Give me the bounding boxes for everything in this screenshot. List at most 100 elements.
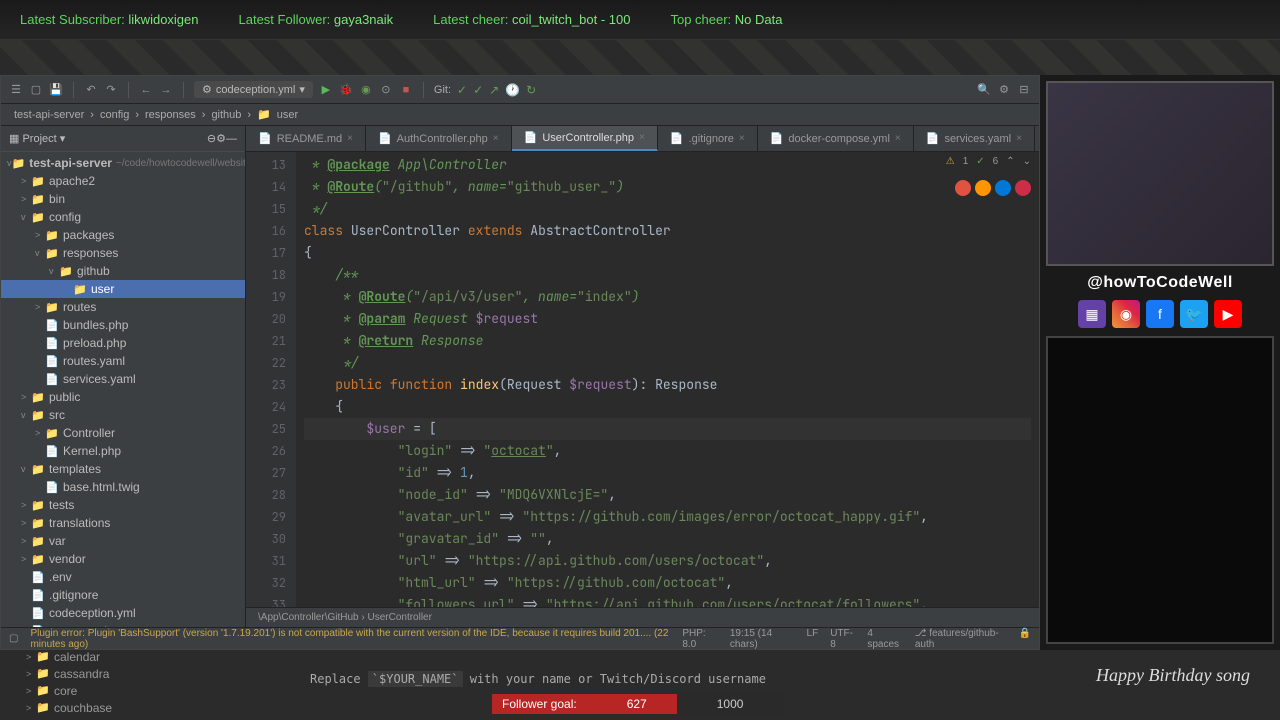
tree-item[interactable]: >📁var bbox=[1, 532, 245, 550]
debug-icon[interactable]: 🐞 bbox=[339, 83, 353, 97]
instagram-icon[interactable]: ◉ bbox=[1112, 300, 1140, 328]
tree-item[interactable]: 📄codeception.yml bbox=[1, 604, 245, 622]
firefox-icon bbox=[975, 180, 991, 196]
collapse-icon[interactable]: ⊖ bbox=[207, 132, 216, 145]
status-php[interactable]: PHP: 8.0 bbox=[682, 628, 718, 650]
editor-tab[interactable]: 📄UserController.php× bbox=[512, 126, 658, 151]
coverage-icon[interactable]: ◉ bbox=[359, 83, 373, 97]
instruction-text: Replace `$YOUR_NAME` with your name or T… bbox=[310, 672, 766, 686]
browser-icons[interactable] bbox=[955, 180, 1031, 196]
tree-item[interactable]: v📁templates bbox=[1, 460, 245, 478]
git-revert-icon[interactable]: ↻ bbox=[526, 83, 536, 97]
status-branch[interactable]: ⎇ features/github-auth bbox=[915, 628, 1007, 650]
sidebar-header: ▦ Project ▾ ⊖ ⚙ — bbox=[1, 126, 245, 152]
tree-item[interactable]: >📁bin bbox=[1, 190, 245, 208]
folder-icon[interactable]: 📁 user bbox=[257, 108, 301, 121]
close-tab-icon[interactable]: × bbox=[739, 133, 745, 144]
ide-toolbar: ☰ ▢ 💾 ↶ ↷ ← → ⚙ codeception.yml ▾ ▶ 🐞 ◉ … bbox=[1, 76, 1039, 104]
ide-window: ☰ ▢ 💾 ↶ ↷ ← → ⚙ codeception.yml ▾ ▶ 🐞 ◉ … bbox=[0, 75, 1040, 650]
tree-item[interactable]: v📁config bbox=[1, 208, 245, 226]
tree-item[interactable]: 📄.env bbox=[1, 568, 245, 586]
tree-item[interactable]: >📁translations bbox=[1, 514, 245, 532]
stop-icon[interactable]: ■ bbox=[399, 83, 413, 97]
git-push-icon[interactable]: ↗ bbox=[489, 83, 499, 97]
tree-item[interactable]: 📄services.yaml bbox=[1, 370, 245, 388]
hide-icon[interactable]: — bbox=[226, 133, 237, 145]
twitch-icon[interactable]: ▦ bbox=[1078, 300, 1106, 328]
close-panel-icon[interactable]: ⊟ bbox=[1017, 83, 1031, 97]
code-inspections[interactable]: ⚠1 ✓6 ⌃ ⌄ bbox=[946, 156, 1031, 167]
editor-tab[interactable]: 📄.gitignore× bbox=[658, 126, 758, 151]
menu-icon[interactable]: ☰ bbox=[9, 83, 23, 97]
close-tab-icon[interactable]: × bbox=[895, 133, 901, 144]
tree-item[interactable]: v📁src bbox=[1, 406, 245, 424]
code-breadcrumb[interactable]: \App\Controller\GitHub › UserController bbox=[246, 607, 1039, 627]
now-playing-text: Happy Birthday song bbox=[1096, 665, 1250, 686]
stream-top-bar: Latest Subscriber: likwidoxigen Latest F… bbox=[0, 0, 1280, 40]
status-line-sep[interactable]: LF bbox=[807, 628, 819, 650]
forward-icon[interactable]: → bbox=[159, 83, 173, 97]
tree-item[interactable]: 📄routes.yaml bbox=[1, 352, 245, 370]
tree-item[interactable]: >📁public bbox=[1, 388, 245, 406]
settings-icon[interactable]: ⚙ bbox=[997, 83, 1011, 97]
tree-item[interactable]: v📁github bbox=[1, 262, 245, 280]
lock-icon[interactable]: 🔒 bbox=[1019, 628, 1031, 650]
close-tab-icon[interactable]: × bbox=[639, 132, 645, 143]
editor-tab[interactable]: 📄services.yaml× bbox=[914, 126, 1035, 151]
editor-tab[interactable]: 📄AuthController.php× bbox=[366, 126, 512, 151]
tree-item[interactable]: >📁vendor bbox=[1, 550, 245, 568]
editor-tab[interactable]: 📄README.md× bbox=[246, 126, 366, 151]
git-history-icon[interactable]: 🕐 bbox=[505, 83, 520, 97]
follower-goal-bar: Follower goal: 627 1000 bbox=[492, 694, 783, 714]
tree-item[interactable]: 📄bundles.php bbox=[1, 316, 245, 334]
close-tab-icon[interactable]: × bbox=[493, 133, 499, 144]
status-warning[interactable]: Plugin error: Plugin 'BashSupport' (vers… bbox=[30, 628, 670, 650]
search-icon[interactable]: 🔍 bbox=[977, 83, 991, 97]
editor-tab[interactable]: 📄docker-compose.yml× bbox=[758, 126, 914, 151]
file-tree[interactable]: v📁test-api-server ~/code/howtocodewell/w… bbox=[1, 152, 245, 627]
tree-item[interactable]: >📁tests bbox=[1, 496, 245, 514]
background-strip bbox=[0, 40, 1280, 75]
tool-window-icon[interactable]: ▢ bbox=[9, 633, 18, 644]
settings-icon[interactable]: ⚙ bbox=[216, 132, 226, 145]
tree-item[interactable]: >📁routes bbox=[1, 298, 245, 316]
status-encoding[interactable]: UTF-8 bbox=[830, 628, 855, 650]
run-config-dropdown[interactable]: ⚙ codeception.yml ▾ bbox=[194, 81, 313, 98]
undo-icon[interactable]: ↶ bbox=[84, 83, 98, 97]
git-pull-icon[interactable]: ✓ bbox=[457, 83, 467, 97]
tree-item[interactable]: 📁user bbox=[1, 280, 245, 298]
tree-item[interactable]: >📁cassandra bbox=[6, 665, 246, 682]
save-icon[interactable]: 💾 bbox=[49, 83, 63, 97]
run-icon[interactable]: ▶ bbox=[319, 83, 333, 97]
status-position[interactable]: 19:15 (14 chars) bbox=[730, 628, 795, 650]
editor-tabs: 📄README.md×📄AuthController.php×📄UserCont… bbox=[246, 126, 1039, 152]
tree-item[interactable]: >📁couchbase bbox=[6, 699, 246, 716]
tree-item[interactable]: 📄preload.php bbox=[1, 334, 245, 352]
tree-item[interactable]: v📁responses bbox=[1, 244, 245, 262]
tree-item[interactable]: 📄Kernel.php bbox=[1, 442, 245, 460]
profile-icon[interactable]: ⊙ bbox=[379, 83, 393, 97]
facebook-icon[interactable]: f bbox=[1146, 300, 1174, 328]
code-content[interactable]: * @package App\Controller * @Route("/git… bbox=[296, 152, 1039, 607]
close-tab-icon[interactable]: × bbox=[1016, 133, 1022, 144]
close-tab-icon[interactable]: × bbox=[347, 133, 353, 144]
tree-item[interactable]: >📁apache2 bbox=[1, 172, 245, 190]
chrome-icon bbox=[955, 180, 971, 196]
tree-item[interactable]: 📄base.html.twig bbox=[1, 478, 245, 496]
back-icon[interactable]: ← bbox=[139, 83, 153, 97]
git-commit-icon[interactable]: ✓ bbox=[473, 83, 483, 97]
tree-item[interactable]: 📄.gitignore bbox=[1, 586, 245, 604]
twitter-icon[interactable]: 🐦 bbox=[1180, 300, 1208, 328]
extra-tree[interactable]: >📁calendar>📁cassandra>📁core>📁couchbase bbox=[6, 648, 246, 716]
status-indent[interactable]: 4 spaces bbox=[867, 628, 903, 650]
channel-handle: @howToCodeWell bbox=[1046, 274, 1274, 292]
tree-item[interactable]: >📁Controller bbox=[1, 424, 245, 442]
redo-icon[interactable]: ↷ bbox=[104, 83, 118, 97]
code-editor[interactable]: ⚠1 ✓6 ⌃ ⌄ 131415161718192021222324252627… bbox=[246, 152, 1039, 607]
tree-item[interactable]: >📁calendar bbox=[6, 648, 246, 665]
open-icon[interactable]: ▢ bbox=[29, 83, 43, 97]
tree-item[interactable]: >📁packages bbox=[1, 226, 245, 244]
tree-item[interactable]: >📁core bbox=[6, 682, 246, 699]
tree-root[interactable]: v📁test-api-server ~/code/howtocodewell/w… bbox=[1, 154, 245, 172]
youtube-icon[interactable]: ▶ bbox=[1214, 300, 1242, 328]
